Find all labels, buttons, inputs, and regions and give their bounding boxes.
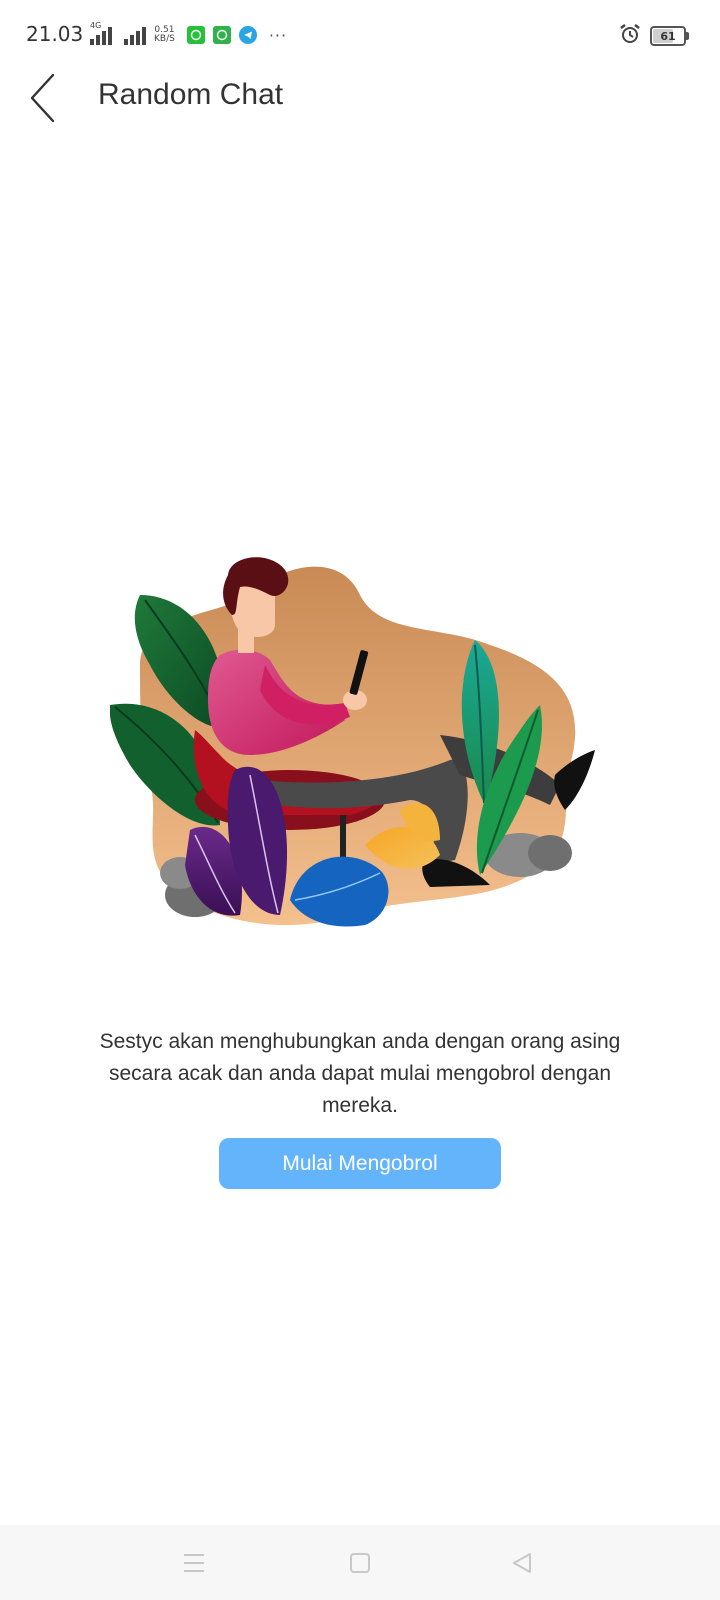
home-square-icon [350,1553,370,1573]
battery-level-text: 61 [660,29,676,43]
net-speed: 0.51 KB/S [154,26,175,44]
random-chat-illustration [109,555,610,945]
back-nav-button[interactable] [502,1545,542,1581]
status-right: 61 [618,22,689,50]
status-icons: 4G 0.51 KB/S ··· [90,21,288,48]
random-chat-description: Sestyc akan menghubungkan anda dengan or… [99,1030,621,1117]
chevron-left-icon [30,73,55,123]
more-notifications-icon: ··· [268,25,288,45]
telegram-icon [238,26,257,44]
status-bar: 21.03 4G 0.51 KB/S ··· 61 [0,0,720,70]
signal-icon-sim1: 4G [90,21,112,45]
back-triangle-icon [513,1553,531,1573]
whatsapp-icon [186,26,205,44]
menu-icon [184,1554,204,1572]
battery-icon: 61 [650,26,689,46]
whatsapp-business-icon [212,26,231,44]
status-time: 21.03 [26,22,84,46]
signal-icon-sim2 [124,25,146,45]
menu-nav-button[interactable] [174,1545,214,1581]
net-speed-unit: KB/S [154,34,175,44]
system-nav-bar [0,1525,720,1600]
app-bar: Random Chat [0,70,720,126]
network-type-label: 4G [90,21,102,30]
alarm-icon [618,22,642,50]
back-button[interactable] [18,70,68,126]
page-title: Random Chat [98,78,284,111]
start-chat-button[interactable]: Mulai Mengobrol [219,1138,501,1189]
home-nav-button[interactable] [340,1545,380,1581]
